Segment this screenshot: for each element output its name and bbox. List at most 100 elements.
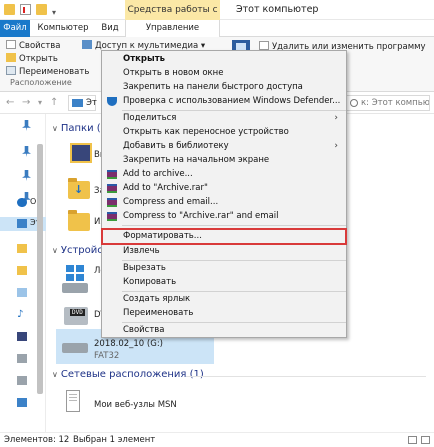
menu-item-label: Переименовать (123, 308, 194, 318)
dvd-drive-icon[interactable]: DVD (64, 307, 88, 325)
menu-separator (122, 260, 346, 261)
menu-item-compress-email[interactable]: Compress and email... (102, 196, 346, 209)
new-folder-icon[interactable] (36, 4, 47, 15)
network-item-label: Мои веб-узлы MSN (94, 400, 177, 410)
menu-item-label: Создать ярлык (123, 294, 191, 304)
menu-item-create-shortcut[interactable]: Создать ярлык (102, 293, 346, 306)
chevron-down-icon: ∨ (52, 124, 58, 133)
folder-icon (17, 244, 27, 253)
pin-icon (22, 120, 31, 131)
location-group-label: Расположение (10, 78, 72, 87)
pictures-folder-icon[interactable] (68, 210, 90, 231)
menu-item-add-to-library[interactable]: Добавить в библиотеку › (102, 140, 346, 153)
video-icon (17, 332, 27, 341)
pin-icon (22, 170, 31, 181)
item-count: Элементов: 12 (4, 435, 70, 445)
menu-item-label: Открыть в новом окне (123, 68, 224, 78)
rename-label: Переименовать (19, 67, 90, 77)
recent-locations-icon[interactable]: ▾ (38, 98, 42, 107)
menu-item-label: Add to archive... (123, 169, 193, 179)
computer-icon (17, 219, 27, 228)
properties-button[interactable]: Свойства (6, 40, 61, 53)
menu-item-label: Закрепить на панели быстрого доступа (123, 82, 303, 92)
tiles-view-icon[interactable] (421, 436, 430, 444)
menu-item-open-as-portable[interactable]: Открыть как переносное устройство (102, 126, 346, 139)
back-icon[interactable]: ← (6, 97, 14, 108)
menu-item-label: Открыть как переносное устройство (123, 127, 289, 137)
web-folder-icon[interactable] (66, 390, 80, 412)
ribbon-tabs: Файл Компьютер Вид Управление (0, 20, 434, 37)
menu-item-add-to-archive[interactable]: Add to archive... (102, 168, 346, 181)
local-disk-icon[interactable] (62, 283, 88, 293)
menu-item-label: Свойства (123, 325, 165, 335)
menu-item-open-new-window[interactable]: Открыть в новом окне (102, 67, 346, 80)
quick-access-dropdown-icon[interactable]: ▾ (52, 8, 56, 17)
up-icon[interactable]: ↑ (50, 97, 58, 108)
menu-item-defender-scan[interactable]: Проверка с использованием Windows Defend… (102, 95, 346, 108)
winrar-icon (107, 170, 117, 179)
uninstall-icon (259, 41, 269, 50)
menu-item-cut[interactable]: Вырезать (102, 262, 346, 275)
menu-item-label: Поделиться (123, 113, 177, 123)
tab-view[interactable]: Вид (96, 20, 124, 37)
menu-item-copy[interactable]: Копировать (102, 276, 346, 289)
properties-label: Свойства (19, 41, 61, 51)
rename-icon (6, 66, 16, 75)
menu-separator (122, 110, 346, 111)
usb-drive-filesystem: FAT32 (94, 351, 120, 361)
menu-item-label: Форматировать... (123, 231, 202, 241)
menu-separator (122, 225, 346, 226)
status-bar: Элементов: 12 Выбран 1 элемент (0, 432, 434, 447)
menu-item-label: Compress and email... (123, 197, 219, 207)
forward-icon[interactable]: → (22, 97, 30, 108)
menu-item-rename[interactable]: Переименовать (102, 307, 346, 320)
menu-item-eject[interactable]: Извлечь (102, 245, 346, 258)
video-folder-icon[interactable] (70, 143, 92, 163)
menu-item-share[interactable]: Поделиться › (102, 112, 346, 125)
address-bar[interactable]: Эт (68, 95, 97, 111)
nav-scrollbar[interactable] (37, 144, 43, 394)
tab-computer[interactable]: Компьютер (33, 20, 93, 37)
navigation-pane: О Эт ♪ (0, 114, 46, 432)
winrar-icon (107, 212, 117, 221)
winrar-icon (107, 184, 117, 193)
menu-item-compress-rar-email[interactable]: Compress to "Archive.rar" and email (102, 210, 346, 223)
menu-item-open[interactable]: Открыть (102, 53, 346, 66)
context-menu: Открыть Открыть в новом окне Закрепить н… (101, 50, 347, 338)
chevron-down-icon: ∨ (52, 246, 58, 255)
menu-separator (122, 291, 346, 292)
menu-item-format[interactable]: Форматировать... (101, 228, 347, 245)
network-group-title: Сетевые расположения (1) (60, 369, 204, 380)
divider (186, 376, 426, 377)
drive-tools-header: Средства работы с дисками (125, 0, 220, 35)
menu-item-add-to-archive-rar[interactable]: Add to "Archive.rar" (102, 182, 346, 195)
windows-drive-icon[interactable] (66, 265, 84, 281)
network-group-header[interactable]: ∨ Сетевые расположения (1) (52, 369, 204, 380)
selection-count: Выбран 1 элемент (73, 435, 156, 445)
folders-group-header[interactable]: ∨ Папки (6 (52, 123, 107, 134)
menu-item-label: Вырезать (123, 263, 166, 273)
downloads-icon (17, 266, 27, 275)
tab-file[interactable]: Файл (0, 20, 30, 37)
menu-item-pin-start[interactable]: Закрепить на начальном экране (102, 154, 346, 167)
menu-item-label: Add to "Archive.rar" (123, 183, 208, 193)
menu-separator (122, 322, 346, 323)
tab-manage[interactable]: Управление (125, 20, 220, 37)
dvd-tag: DVD (70, 309, 85, 316)
address-text: Эт (86, 98, 97, 108)
downloads-folder-icon[interactable] (68, 178, 90, 199)
search-input[interactable]: к: Этот компьютер (345, 95, 430, 111)
open-button[interactable]: Открыть (6, 53, 58, 66)
properties-icon[interactable] (20, 4, 31, 15)
details-view-icon[interactable] (408, 436, 417, 444)
menu-item-label: Копировать (123, 277, 177, 287)
folder-icon[interactable] (4, 4, 15, 15)
nav-item-network[interactable] (0, 396, 46, 410)
chevron-down-icon: ∨ (52, 370, 58, 379)
menu-item-pin-quick-access[interactable]: Закрепить на панели быстрого доступа (102, 81, 346, 94)
menu-item-properties[interactable]: Свойства (102, 324, 346, 337)
menu-item-label: Проверка с использованием Windows Defend… (123, 96, 341, 106)
chevron-right-icon: › (334, 141, 338, 151)
usb-drive-icon (17, 376, 27, 385)
computer-icon (72, 99, 83, 107)
